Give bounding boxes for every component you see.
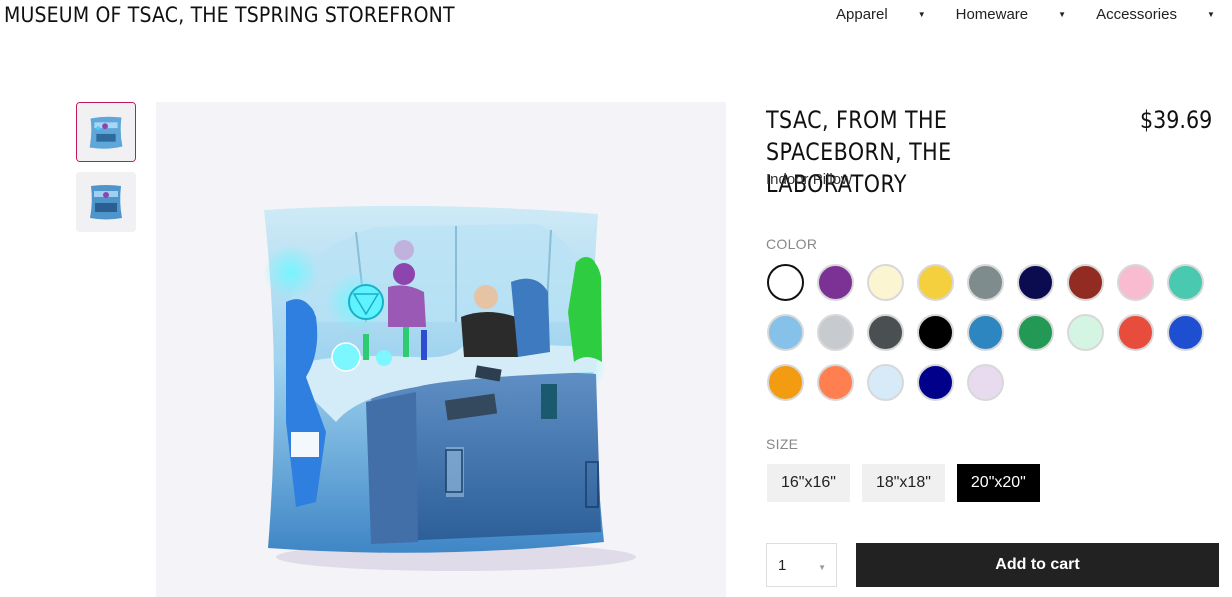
product-main-image[interactable] (156, 102, 726, 597)
caret-down-icon[interactable]: ▼ (1207, 10, 1215, 19)
color-swatch[interactable] (817, 364, 854, 401)
nav-accessories-label: Accessories (1096, 6, 1177, 23)
caret-down-icon[interactable]: ▼ (1058, 10, 1066, 19)
color-swatch[interactable] (767, 364, 804, 401)
color-label: COLOR (766, 236, 818, 252)
color-swatch-grid (767, 264, 1232, 401)
nav-apparel[interactable]: Apparel ▼ (836, 6, 956, 23)
color-swatch[interactable] (867, 364, 904, 401)
color-swatch[interactable] (917, 364, 954, 401)
nav-accessories[interactable]: Accessories ▼ (1096, 6, 1232, 23)
nav-homeware[interactable]: Homeware ▼ (956, 6, 1096, 23)
color-swatch[interactable] (967, 314, 1004, 351)
color-swatch[interactable] (867, 264, 904, 301)
product-price: $39.69 (1140, 106, 1213, 134)
color-swatch[interactable] (817, 264, 854, 301)
product-thumbnail-1[interactable] (76, 102, 136, 162)
color-swatch[interactable] (967, 264, 1004, 301)
chevron-down-icon: ▼ (818, 563, 826, 572)
pillow-thumbnail-image (76, 172, 136, 232)
color-swatch[interactable] (1017, 264, 1054, 301)
color-swatch[interactable] (967, 364, 1004, 401)
add-to-cart-button[interactable]: Add to cart (856, 543, 1219, 587)
product-thumbnail-2[interactable] (76, 172, 136, 232)
color-swatch[interactable] (917, 314, 954, 351)
pillow-thumbnail-image (77, 103, 135, 161)
size-option-18x18[interactable]: 18"x18" (861, 464, 945, 502)
color-swatch[interactable] (1167, 314, 1204, 351)
color-swatch[interactable] (1117, 314, 1154, 351)
size-option-16x16[interactable]: 16"x16" (767, 464, 850, 502)
color-swatch[interactable] (767, 314, 804, 351)
color-swatch[interactable] (917, 264, 954, 301)
quantity-select[interactable]: 1 ▼ (766, 543, 837, 587)
nav-homeware-label: Homeware (955, 6, 1029, 23)
nav-apparel-label: Apparel (836, 6, 888, 23)
quantity-value: 1 (778, 556, 787, 574)
color-swatch[interactable] (1167, 264, 1204, 301)
color-swatch[interactable] (1017, 314, 1054, 351)
size-options: 16"x16" 18"x18" 20"x20" (767, 464, 1040, 502)
color-swatch[interactable] (867, 314, 904, 351)
color-swatch[interactable] (767, 264, 804, 301)
pillow-artwork-image (263, 205, 636, 571)
main-nav: Apparel ▼ Homeware ▼ Accessories ▼ | C (836, 6, 1232, 23)
color-swatch[interactable] (817, 314, 854, 351)
size-label: SIZE (766, 436, 799, 452)
color-swatch[interactable] (1067, 264, 1104, 301)
caret-down-icon[interactable]: ▼ (918, 10, 926, 19)
store-title[interactable]: MUSEUM OF TSAC, THE TSPRING STOREFRONT (4, 3, 455, 27)
product-type: Indoor Pillow (766, 171, 852, 188)
size-option-20x20[interactable]: 20"x20" (956, 464, 1040, 502)
color-swatch[interactable] (1117, 264, 1154, 301)
color-swatch[interactable] (1067, 314, 1104, 351)
